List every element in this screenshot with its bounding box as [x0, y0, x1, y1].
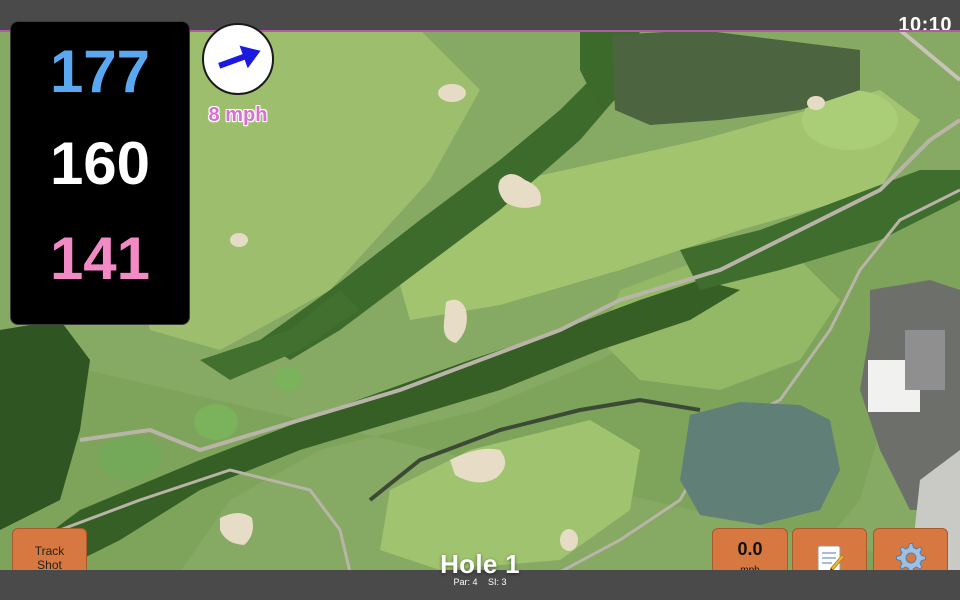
distance-panel: 177 160 141 — [11, 22, 189, 324]
speed-value: 0.0 — [737, 539, 763, 559]
hole-title: Hole 1 — [440, 549, 520, 579]
distance-front: 141 — [49, 225, 151, 292]
distance-back: 177 — [49, 38, 151, 105]
hole-stroke-index: SI: 3 — [488, 577, 507, 587]
track-shot-label: Track Shot — [34, 543, 65, 572]
hole-info: Par: 4 SI: 3 — [380, 577, 580, 587]
arrow-icon — [218, 45, 261, 69]
memo-icon — [817, 545, 845, 572]
hole-par: Par: 4 — [453, 577, 478, 587]
distance-middle: 160 — [49, 130, 151, 197]
wind-indicator — [202, 23, 274, 95]
wind-speed-label: 8 mph — [208, 104, 268, 126]
